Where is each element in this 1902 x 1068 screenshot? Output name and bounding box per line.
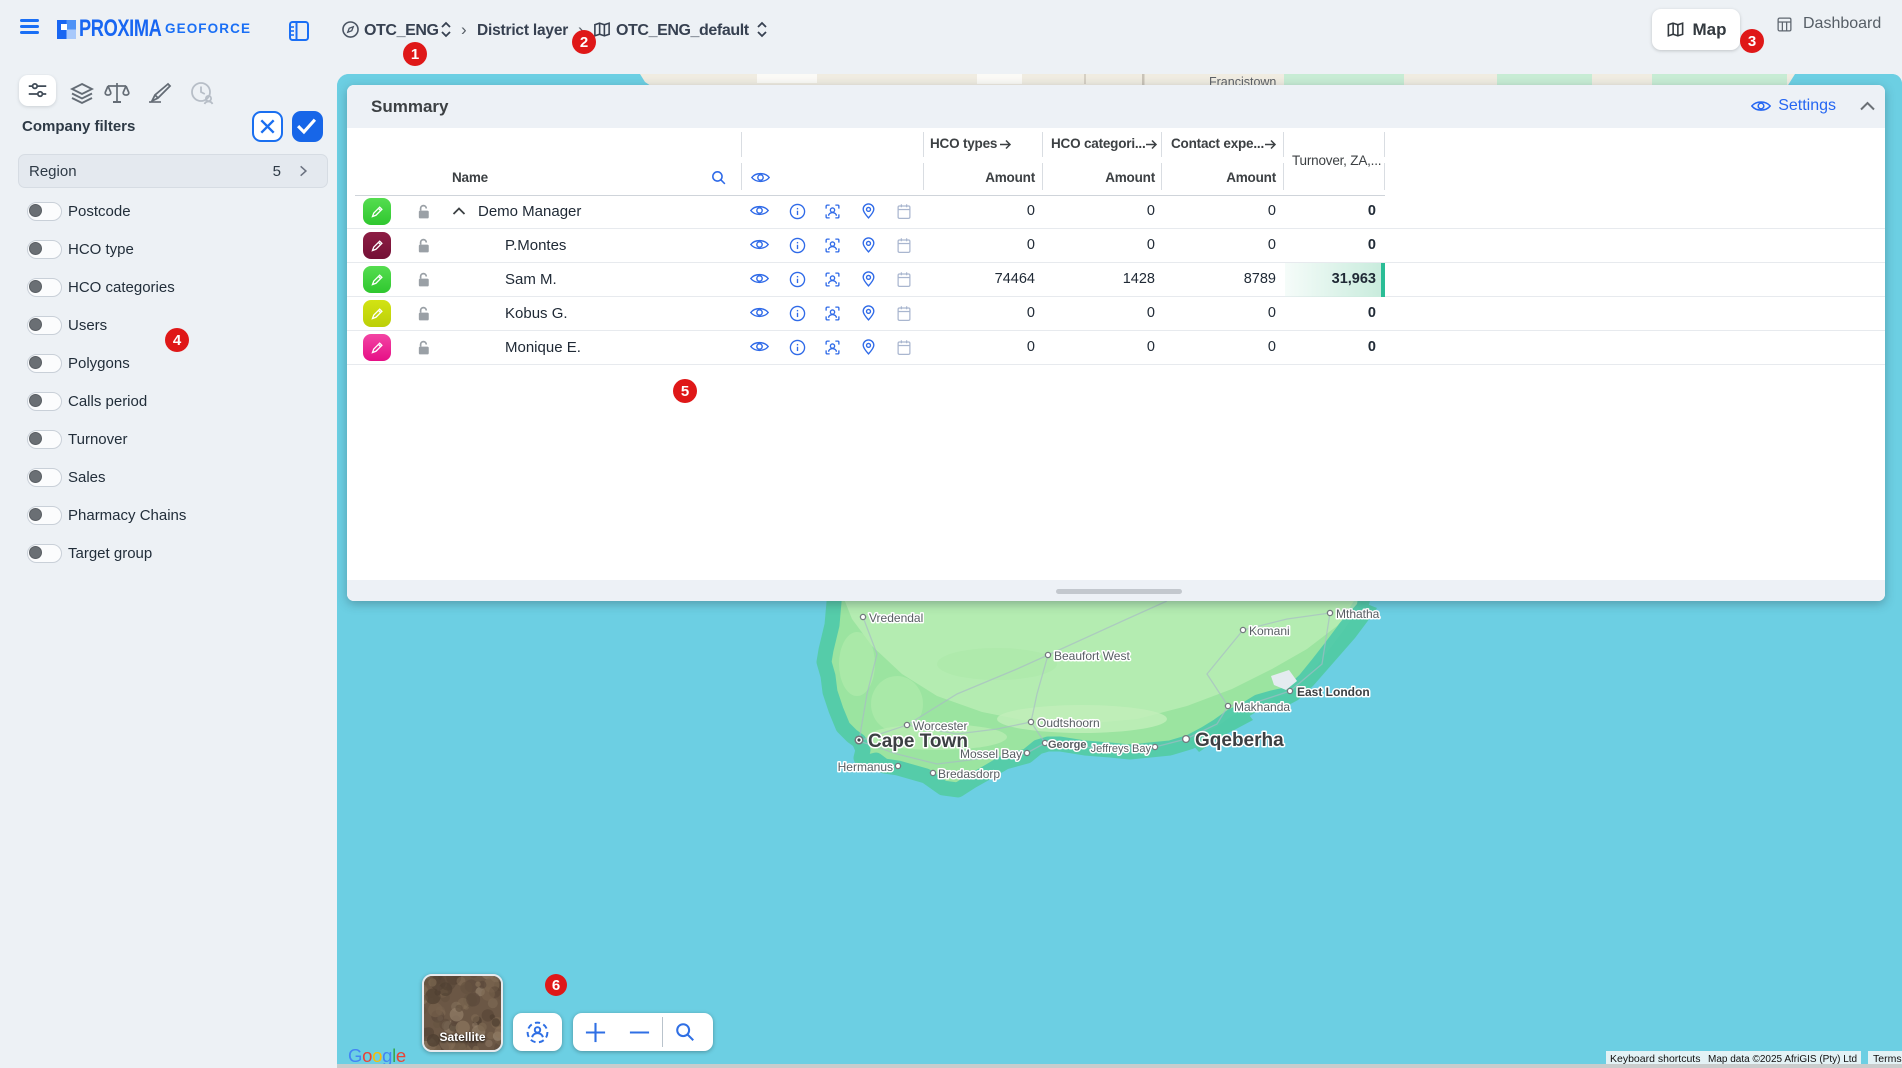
svg-text:Vredendal: Vredendal bbox=[869, 611, 923, 625]
svg-text:Gqeberha: Gqeberha bbox=[1195, 730, 1284, 751]
svg-text:Bredasdorp: Bredasdorp bbox=[938, 767, 1000, 781]
svg-text:Mossel Bay: Mossel Bay bbox=[960, 747, 1022, 761]
svg-text:Komani: Komani bbox=[1249, 624, 1290, 638]
svg-text:Oudtshoorn: Oudtshoorn bbox=[1037, 716, 1100, 730]
svg-text:East London: East London bbox=[1297, 685, 1370, 699]
svg-text:George: George bbox=[1048, 739, 1087, 751]
svg-text:Beaufort West: Beaufort West bbox=[1054, 649, 1130, 663]
svg-text:Jeffreys Bay: Jeffreys Bay bbox=[1091, 743, 1152, 755]
svg-text:Mthatha: Mthatha bbox=[1336, 607, 1380, 621]
svg-text:Hermanus: Hermanus bbox=[838, 760, 893, 774]
svg-text:Makhanda: Makhanda bbox=[1234, 700, 1290, 714]
svg-text:Cape Town: Cape Town bbox=[868, 731, 968, 752]
